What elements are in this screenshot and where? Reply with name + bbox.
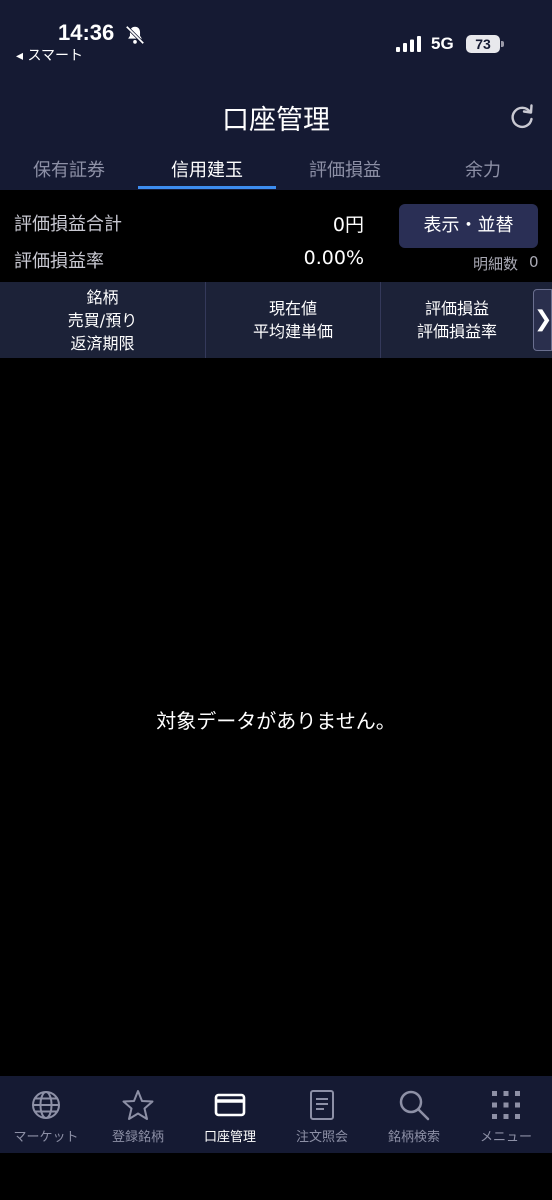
column-label: 銘柄 <box>86 287 119 307</box>
display-sort-button[interactable]: 表示・並替 <box>399 204 538 248</box>
tab-margin-positions[interactable]: 信用建玉 <box>138 146 276 190</box>
total-pl-value: 0円 <box>332 214 364 236</box>
globe-icon <box>32 1091 60 1119</box>
nav-search[interactable]: 銘柄検索 <box>368 1076 460 1153</box>
nav-menu[interactable]: メニュー <box>460 1076 552 1153</box>
page-title: 口座管理 <box>222 105 330 136</box>
item-count-value: 0 <box>529 253 539 271</box>
back-to-app-link[interactable]: ◂ スマート <box>16 45 83 65</box>
tab-holdings[interactable]: 保有証券 <box>0 146 138 190</box>
tab-valuation-pl[interactable]: 評価損益 <box>276 146 414 190</box>
nav-watchlist[interactable]: 登録銘柄 <box>92 1076 184 1153</box>
nav-label: マーケット <box>13 1130 79 1145</box>
nav-label: 口座管理 <box>203 1130 256 1145</box>
nav-orders[interactable]: 注文照会 <box>276 1076 368 1153</box>
network-type: 5G <box>431 34 454 53</box>
document-icon <box>310 1090 334 1120</box>
nav-label: 銘柄検索 <box>387 1130 440 1145</box>
app-header: 口座管理 保有証券 信用建玉 評価損益 余力 <box>0 86 552 190</box>
nav-label: 注文照会 <box>295 1130 348 1145</box>
summary-panel: 評価損益合計 0円 評価損益率 0.00% 表示・並替 明細数 0 <box>0 190 552 282</box>
column-header-symbol[interactable]: 銘柄 売買/預り 返済期限 <box>0 282 206 358</box>
table-header: 銘柄 売買/預り 返済期限 現在値 平均建単価 評価損益 評価損益率 <box>0 282 552 358</box>
nav-account[interactable]: 口座管理 <box>184 1076 276 1153</box>
column-header-pl[interactable]: 評価損益 評価損益率 <box>381 282 533 358</box>
tab-buying-power[interactable]: 余力 <box>414 146 552 190</box>
battery-indicator: 73 <box>466 35 500 53</box>
tab-bar: 保有証券 信用建玉 評価損益 余力 <box>0 146 552 190</box>
bell-slash-icon <box>125 25 145 45</box>
item-count-label: 明細数 <box>473 255 519 273</box>
card-icon <box>214 1093 246 1117</box>
column-label: 評価損益率 <box>416 322 497 341</box>
refresh-icon[interactable] <box>508 103 536 131</box>
empty-state-message: 対象データがありません。 <box>156 709 396 733</box>
total-pl-label: 評価損益合計 <box>14 214 122 235</box>
star-icon <box>122 1090 154 1120</box>
bottom-nav: マーケット 登録銘柄 口座管理 注文照会 銘柄検索 メニュー <box>0 1076 552 1153</box>
home-indicator-area <box>0 1153 552 1200</box>
column-label: 現在値 <box>268 299 317 318</box>
status-bar: 14:36 ◂ スマート 5G 73 <box>0 0 552 86</box>
pl-rate-label: 評価損益率 <box>14 251 104 272</box>
clock: 14:36 <box>58 20 115 45</box>
nav-label: 登録銘柄 <box>111 1130 164 1145</box>
column-label: 返済期限 <box>70 333 135 353</box>
column-label: 平均建単価 <box>252 322 333 341</box>
cellular-signal-icon <box>396 36 421 52</box>
column-label: 売買/預り <box>67 310 138 330</box>
column-label: 評価損益 <box>424 299 489 318</box>
pl-rate-value: 0.00% <box>303 247 364 269</box>
nav-label: メニュー <box>479 1130 532 1145</box>
search-icon <box>399 1090 430 1121</box>
chevron-right-icon[interactable]: ❯ <box>533 289 552 351</box>
battery-nub <box>501 41 504 47</box>
column-header-price[interactable]: 現在値 平均建単価 <box>206 282 381 358</box>
nav-market[interactable]: マーケット <box>0 1076 92 1153</box>
grid-menu-icon <box>492 1091 520 1119</box>
